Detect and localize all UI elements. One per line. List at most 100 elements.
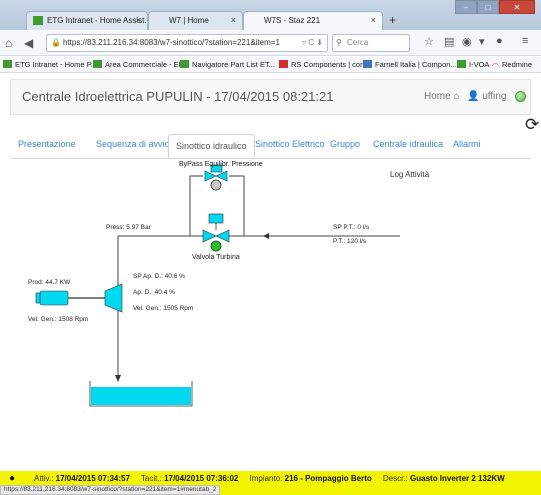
bookmark-i-voa[interactable]: I-VOA	[457, 57, 489, 72]
tab-presentazione[interactable]: Presentazione	[18, 139, 76, 149]
browser-tab-label: W7S - Staz 221	[264, 16, 321, 25]
folder-icon	[93, 60, 102, 68]
tab-sequenza-avvio[interactable]: Sequenza di avvio	[96, 139, 170, 149]
close-tab-icon[interactable]: ×	[136, 12, 141, 29]
folder-icon	[3, 60, 12, 68]
lock-icon: 🔒	[51, 38, 61, 47]
browser-tab-bar: ETG Intranet - Home Assist... × W7 | Hom…	[0, 0, 541, 30]
folder-icon	[457, 60, 466, 68]
user-name: uffing	[482, 91, 507, 102]
bookmark-navigatore[interactable]: Navigatore Part List ET...	[180, 57, 275, 72]
diagram-canvas	[35, 164, 400, 407]
tab-sinottico-idraulico[interactable]: Sinottico idraulico	[168, 134, 255, 158]
search-icon: ⚲	[336, 38, 342, 47]
url-bar[interactable]: 🔒 https://83.211.216.34:8083/w7-sinottic…	[46, 34, 328, 52]
bookmark-label: Area Commerciale - El...	[105, 60, 187, 69]
bookmark-label: Farnell Italia | Compon...	[375, 60, 457, 69]
chat-icon[interactable]: ●	[496, 35, 503, 47]
home-icon[interactable]: ⌂	[5, 35, 12, 51]
search-input[interactable]: ⚲ Cerca	[332, 34, 410, 52]
production-label: Prod: 44.7 KW	[28, 279, 71, 286]
bookmark-label: I-VOA	[469, 60, 490, 69]
dropdown-icon[interactable]: ▾	[479, 35, 485, 48]
tacit-value: 17/04/2015 07:36:02	[164, 474, 239, 483]
bookmark-redmine[interactable]: ◠ Redmine	[492, 57, 532, 72]
generator[interactable]	[35, 290, 105, 306]
bookmark-etg-intranet[interactable]: ETG Intranet - Home P...	[3, 57, 97, 72]
link-status-url: https://83.211.216.34:8083/w7-sinottico/…	[0, 485, 221, 495]
tab-centrale-idraulica[interactable]: Centrale idraulica	[373, 139, 443, 149]
close-tab-icon[interactable]: ×	[371, 12, 376, 29]
log-title: Log Attività	[390, 170, 430, 179]
menu-icon[interactable]: ≡	[522, 35, 528, 47]
browser-tab-w7s-staz[interactable]: W7S - Staz 221 ×	[243, 11, 383, 30]
browser-tab-label: ETG Intranet - Home Assist...	[47, 16, 148, 25]
attiv-value: 17/04/2015 07:34:57	[55, 474, 130, 483]
tab-allarmi[interactable]: Allarmi	[453, 139, 481, 149]
pt-label: P.T.: 120 l/s	[333, 238, 367, 245]
browser-tab-label: W7 | Home	[169, 16, 209, 25]
window-controls: – □ ✕	[455, 0, 535, 14]
bookmark-rs-components[interactable]: RS Components | com...	[279, 57, 373, 72]
intranet-favicon-icon	[33, 16, 43, 25]
reload-icon[interactable]: ▿ C ⬇	[302, 35, 323, 51]
connection-status-icon	[515, 91, 526, 102]
home-link-label: Home	[424, 91, 451, 102]
turbine-speed-label: Vel. Gen.: 1505 Rpm	[133, 305, 194, 312]
descr-value: Guasto Inverter 2 132KW	[410, 474, 505, 483]
folder-icon	[180, 60, 189, 68]
user-link[interactable]: 👤 uffing	[467, 91, 507, 102]
rs-icon	[279, 60, 288, 68]
tailwater-basin	[89, 381, 193, 407]
bulb-icon: ●	[9, 473, 16, 484]
bypass-valve[interactable]	[204, 164, 228, 191]
bookmark-label: RS Components | com...	[291, 60, 373, 69]
turbine-valve[interactable]	[202, 213, 230, 252]
url-text: https://83.211.216.34:8083/w7-sinottico/…	[63, 38, 280, 47]
home-icon: ⌂	[453, 91, 460, 102]
close-window-icon[interactable]: ✕	[499, 0, 535, 14]
attiv-label: Attiv.:	[34, 474, 54, 483]
tab-gruppo[interactable]: Gruppo	[330, 139, 360, 149]
home-link[interactable]: Home ⌂	[424, 91, 460, 102]
bookmark-label: Redmine	[501, 60, 532, 69]
minimize-icon[interactable]: –	[455, 0, 477, 14]
new-tab-icon[interactable]: +	[389, 13, 396, 27]
app-header: Centrale Idroelettrica PUPULIN - 17/04/2…	[10, 79, 531, 115]
pressure-label: Press: 5.97 Bar	[106, 224, 151, 231]
bookmarks-bar: ETG Intranet - Home P... Area Commercial…	[0, 57, 541, 73]
refresh-icon[interactable]: ⟳	[525, 115, 539, 135]
app-tabs: Presentazione Sequenza di avvio Sinottic…	[10, 134, 531, 159]
maximize-icon[interactable]: □	[477, 0, 499, 14]
redmine-icon: ◠	[492, 61, 499, 70]
bypass-label: ByPass Equilibr. Pressione	[179, 161, 263, 168]
sp-opening-label: SP Ap. D.: 40.6 %	[133, 273, 185, 280]
browser-tab-etg-intranet[interactable]: ETG Intranet - Home Assist... ×	[26, 11, 148, 30]
bookmark-label: ETG Intranet - Home P...	[15, 60, 97, 69]
alarm-status-text: Attiv.: 17/04/2015 07:34:57 Tacit.: 17/0…	[34, 474, 505, 483]
addon-icon[interactable]: ◉	[462, 35, 472, 48]
descr-label: Descr.:	[382, 474, 408, 483]
bookmark-farnell[interactable]: Farnell Italia | Compon...	[363, 57, 457, 72]
tab-sinottico-elettrico[interactable]: Sinottico Elettrico	[255, 139, 325, 149]
generator-speed-label: Vel. Gen.: 1508 Rpm	[28, 316, 89, 323]
close-tab-icon[interactable]: ×	[231, 12, 236, 29]
sp-pt-label: SP P.T.: 0 l/s	[333, 224, 370, 231]
reading-list-icon[interactable]: ▤	[444, 35, 454, 48]
browser-nav-bar: ⌂ ◀ 🔒 https://83.211.216.34:8083/w7-sino…	[0, 30, 541, 56]
turbine[interactable]	[104, 282, 123, 313]
user-icon: 👤	[467, 91, 480, 102]
alarm-status-bar: ● Attiv.: 17/04/2015 07:34:57 Tacit.: 17…	[0, 471, 541, 495]
search-placeholder: Cerca	[347, 38, 369, 47]
bookmark-label: Navigatore Part List ET...	[192, 60, 275, 69]
bookmark-area-commerciale[interactable]: Area Commerciale - El...	[93, 57, 187, 72]
page-title: Centrale Idroelettrica PUPULIN - 17/04/2…	[22, 89, 334, 104]
bookmark-star-icon[interactable]: ☆	[424, 35, 434, 48]
impianto-label: Impianto:	[249, 474, 283, 483]
back-icon[interactable]: ◀	[24, 35, 33, 51]
opening-label: Ap. D.: 40.4 %	[133, 289, 175, 296]
hydraulic-diagram: ByPass Equilibr. Pressione Log Attività …	[0, 160, 541, 460]
impianto-value: 216 - Pompaggio Berto	[284, 474, 372, 483]
farnell-icon	[363, 60, 372, 68]
browser-tab-w7-home[interactable]: W7 | Home ×	[148, 11, 243, 30]
